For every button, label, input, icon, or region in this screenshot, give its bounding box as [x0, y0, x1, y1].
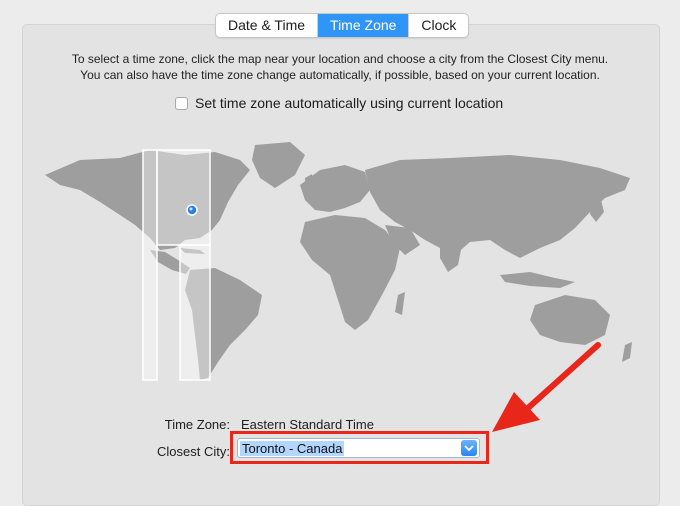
closest-city-value: Toronto - Canada: [240, 441, 345, 456]
auto-timezone-checkbox[interactable]: [175, 96, 188, 110]
selected-timezone-band: [142, 149, 158, 381]
landmass-india: [440, 242, 462, 272]
landmass-greenland: [252, 142, 305, 188]
landmass-australia: [530, 295, 610, 345]
landmass-new-zealand: [622, 342, 632, 362]
landmass-africa: [300, 215, 400, 330]
landmass-madagascar: [395, 292, 405, 315]
selected-timezone-band-upper: [156, 149, 211, 246]
continents: [45, 142, 632, 380]
tab-bar: Date & Time Time Zone Clock: [215, 13, 470, 38]
tab-time-zone[interactable]: Time Zone: [318, 14, 410, 37]
world-map[interactable]: [0, 130, 680, 400]
auto-timezone-label: Set time zone automatically using curren…: [195, 95, 504, 111]
landmass-indonesia: [500, 272, 575, 288]
selected-timezone-band-lower: [179, 244, 211, 381]
closest-city-select[interactable]: Toronto - Canada: [237, 438, 480, 458]
instructions-line-1: To select a time zone, click the map nea…: [71, 52, 609, 66]
tab-date-time[interactable]: Date & Time: [216, 14, 319, 37]
location-pin-icon: [186, 204, 198, 216]
tab-clock[interactable]: Clock: [409, 14, 468, 37]
time-zone-value: Eastern Standard Time: [241, 417, 374, 432]
closest-city-label: Closest City:: [157, 444, 230, 459]
instructions-line-2: You can also have the time zone change a…: [80, 68, 600, 82]
instructions-text: To select a time zone, click the map nea…: [0, 51, 680, 83]
chevron-down-icon[interactable]: [461, 440, 477, 456]
time-zone-label: Time Zone:: [164, 417, 230, 432]
auto-timezone-row[interactable]: Set time zone automatically using curren…: [175, 95, 503, 111]
